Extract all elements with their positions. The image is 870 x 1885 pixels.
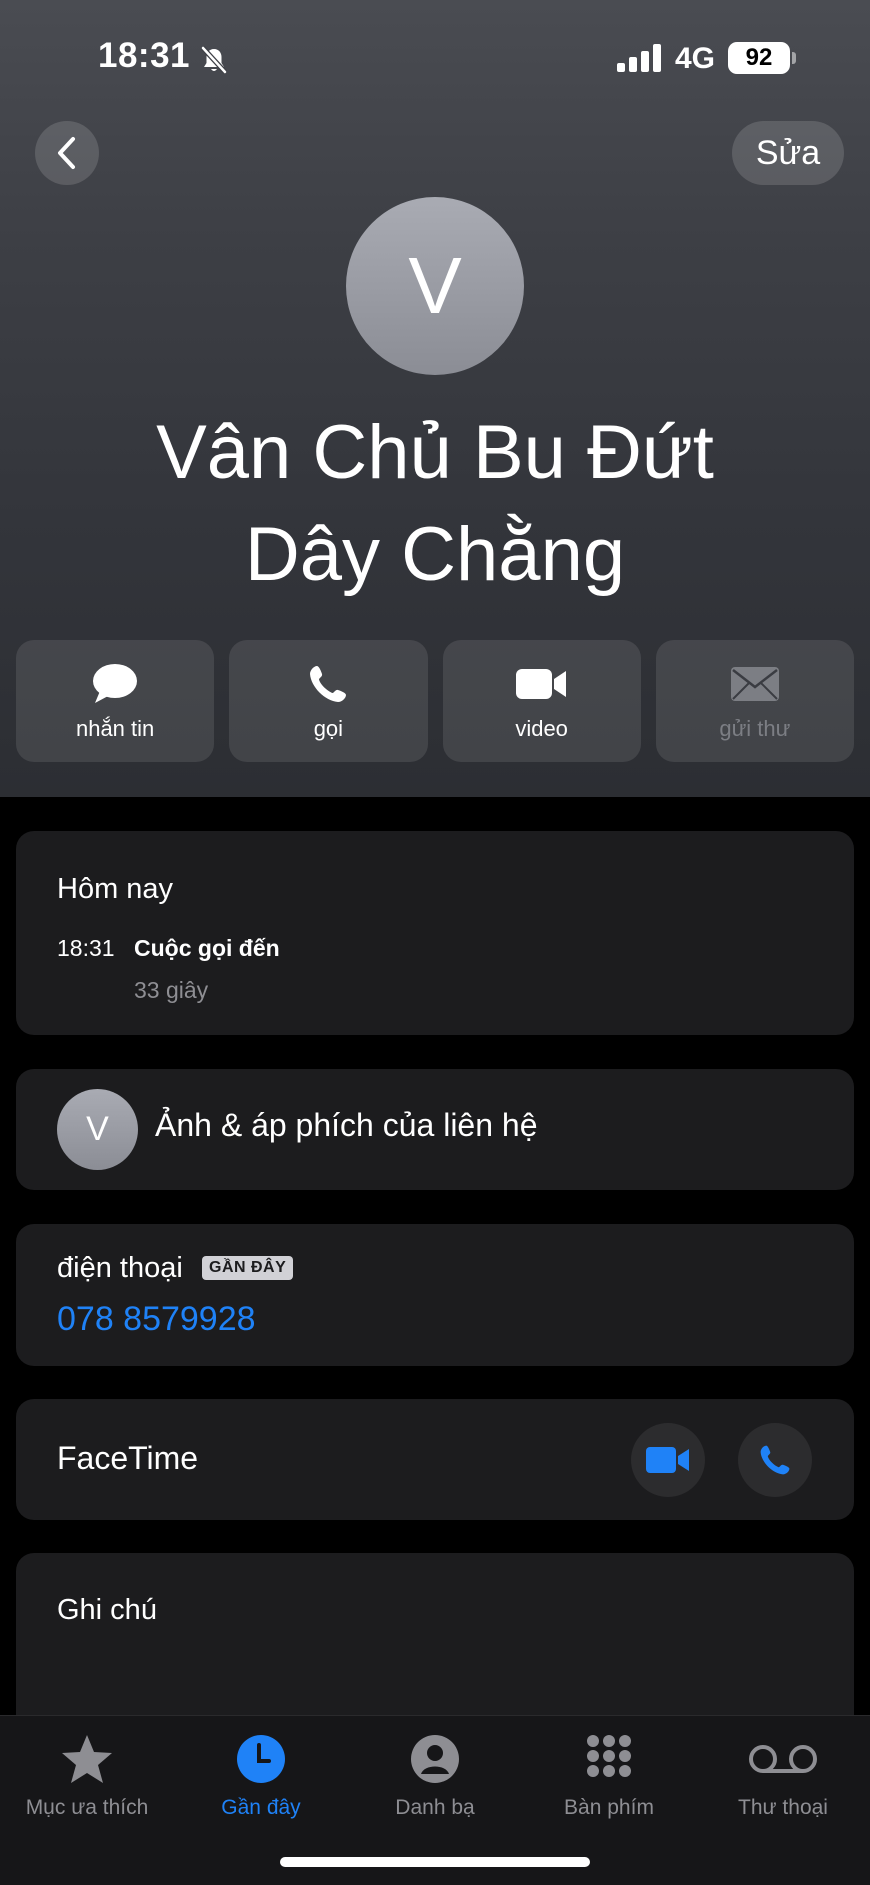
phone-icon — [310, 666, 347, 702]
mail-button[interactable]: gửi thư — [655, 640, 854, 762]
tab-voicemail[interactable]: Thư thoại — [696, 1728, 870, 1820]
call-label: gọi — [313, 716, 344, 741]
tab-voicemail-label: Thư thoại — [738, 1796, 828, 1819]
cellular-signal-icon — [617, 44, 661, 72]
star-icon — [62, 1735, 112, 1783]
phone-number[interactable]: 078 8579928 — [57, 1300, 256, 1339]
tab-contacts[interactable]: Danh bạ — [348, 1728, 522, 1820]
chevron-left-icon — [58, 137, 75, 169]
recent-call-type: Cuộc gọi đến — [134, 935, 280, 961]
tab-contacts-label: Danh bạ — [395, 1796, 475, 1819]
facetime-video-button[interactable] — [631, 1423, 705, 1497]
contact-name-line2: Dây Chằng — [244, 512, 626, 597]
notes-label: Ghi chú — [57, 1594, 157, 1626]
contact-photo-poster-row[interactable]: V Ảnh & áp phích của liên hệ — [16, 1069, 854, 1190]
phone-icon — [760, 1445, 790, 1475]
battery-cap — [792, 52, 796, 64]
silent-bell-icon — [201, 46, 227, 74]
phone-card: điện thoại GẦN ĐÂY 078 8579928 — [16, 1224, 854, 1366]
recent-call-duration: 33 giây — [134, 977, 209, 1003]
video-label: video — [515, 716, 568, 741]
video-camera-icon — [646, 1447, 689, 1473]
call-button[interactable]: gọi — [229, 640, 428, 762]
tab-keypad[interactable]: Bàn phím — [522, 1728, 696, 1820]
recent-badge: GẦN ĐÂY — [202, 1256, 294, 1280]
tab-favorites[interactable]: Mục ưa thích — [0, 1728, 174, 1820]
tab-keypad-label: Bàn phím — [564, 1796, 654, 1819]
person-icon — [411, 1735, 459, 1783]
tab-favorites-label: Mục ưa thích — [25, 1796, 149, 1819]
mail-icon — [730, 667, 779, 701]
clock-icon — [237, 1735, 285, 1783]
message-button[interactable]: nhắn tin — [16, 640, 215, 762]
facetime-label: FaceTime — [57, 1440, 199, 1476]
contact-avatar: V — [346, 197, 524, 375]
quick-actions: nhắn tin gọi video gửi thư — [16, 640, 854, 762]
contact-photo-poster-label: Ảnh & áp phích của liên hệ — [155, 1107, 538, 1143]
video-button[interactable]: video — [442, 640, 641, 762]
back-button[interactable] — [35, 121, 99, 185]
recent-calls-card: Hôm nay 18:31 Cuộc gọi đến 33 giây — [16, 831, 854, 1035]
status-time: 18:31 — [98, 36, 191, 75]
facetime-card: FaceTime — [16, 1399, 854, 1520]
recent-day: Hôm nay — [57, 873, 174, 905]
home-indicator — [280, 1857, 590, 1867]
facetime-audio-button[interactable] — [738, 1423, 812, 1497]
battery-indicator: 92 — [728, 42, 790, 74]
phone-label: điện thoại — [57, 1252, 183, 1284]
contact-name-line1: Vân Chủ Bu Đứt — [156, 410, 714, 495]
network-type: 4G — [675, 42, 716, 75]
recent-call-time: 18:31 — [57, 935, 115, 961]
tab-recents[interactable]: Gần đây — [174, 1728, 348, 1820]
voicemail-icon — [749, 1745, 817, 1773]
contact-name: Vân Chủ Bu Đứt Dây Chằng — [40, 402, 830, 606]
mail-label: gửi thư — [719, 716, 791, 741]
tab-recents-label: Gần đây — [221, 1796, 301, 1819]
video-camera-icon — [515, 669, 566, 699]
message-bubble-icon — [93, 664, 138, 703]
small-avatar: V — [57, 1089, 138, 1170]
edit-button[interactable]: Sửa — [732, 121, 844, 185]
contact-header: 18:31 4G 92 Sửa V Vân Chủ Bu Đứt Dây Chằ… — [0, 0, 870, 797]
message-label: nhắn tin — [75, 716, 155, 741]
keypad-icon — [587, 1735, 631, 1777]
